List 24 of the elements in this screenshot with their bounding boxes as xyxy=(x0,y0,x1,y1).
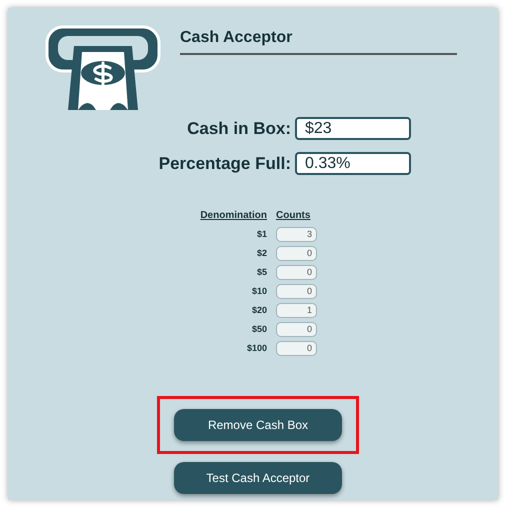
column-header: Counts xyxy=(276,209,310,223)
value-field[interactable]: 0.33% xyxy=(295,152,411,175)
field-label: Cash in Box: xyxy=(186,118,292,140)
column-header: Denomination xyxy=(199,209,267,223)
denomination-label: $2 xyxy=(256,246,267,260)
count-field[interactable]: 0 xyxy=(276,341,317,356)
denomination-label: $10 xyxy=(250,284,267,298)
count-field[interactable]: 0 xyxy=(276,284,317,299)
denomination-label: $20 xyxy=(250,304,267,317)
value-field[interactable]: $23 xyxy=(295,117,411,140)
count-field[interactable]: 0 xyxy=(276,246,317,261)
denomination-label: $5 xyxy=(256,266,267,279)
cash-acceptor-icon xyxy=(44,24,162,110)
count-field[interactable]: 0 xyxy=(276,265,317,280)
count-field[interactable]: 0 xyxy=(276,322,317,337)
count-field[interactable]: 3 xyxy=(276,227,317,242)
denomination-label: $50 xyxy=(250,322,267,336)
page-title: Cash Acceptor xyxy=(180,29,292,46)
denomination-label: $1 xyxy=(256,228,267,241)
field-label: Percentage Full: xyxy=(158,152,292,175)
action-button[interactable]: Test Cash Acceptor xyxy=(174,462,342,494)
denomination-label: $100 xyxy=(246,342,267,355)
count-field[interactable]: 1 xyxy=(276,303,317,318)
action-button[interactable]: Remove Cash Box xyxy=(174,409,342,441)
